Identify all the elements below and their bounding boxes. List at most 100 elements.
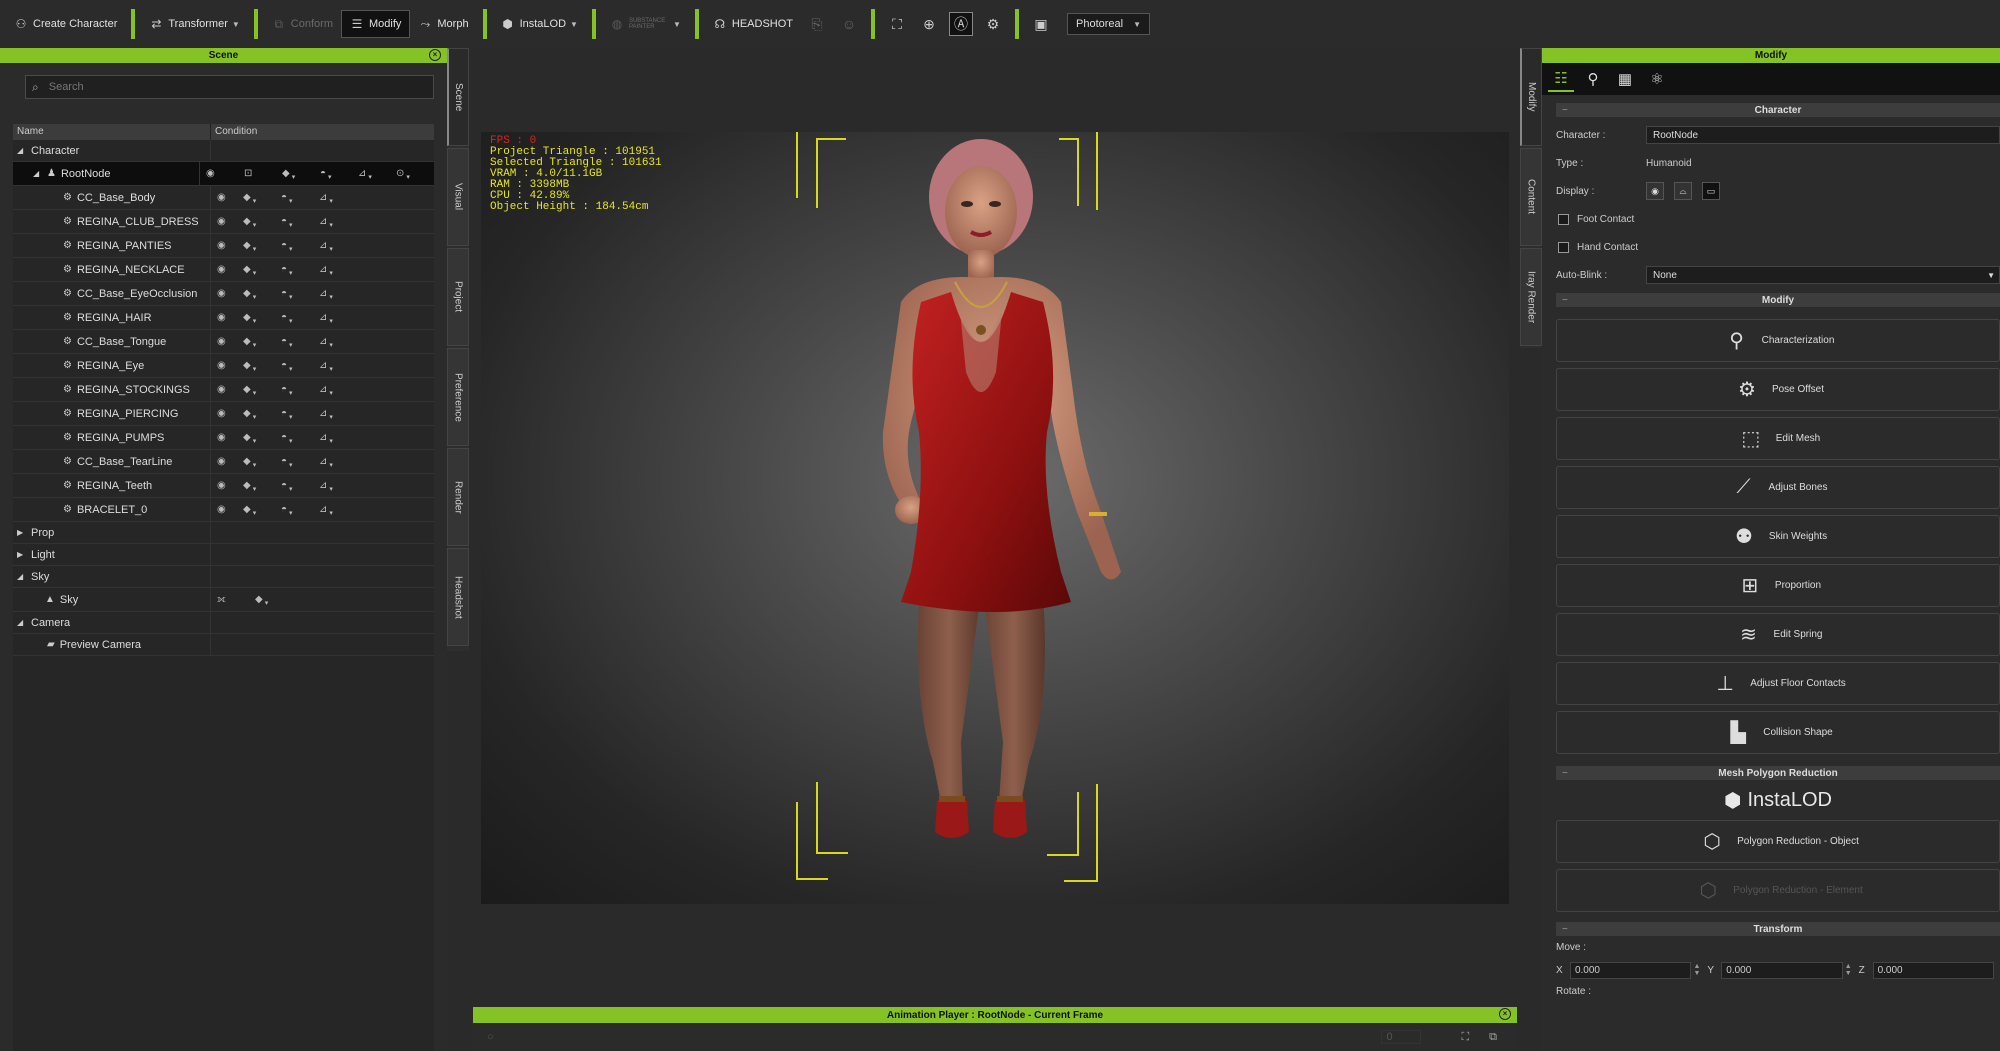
collapse-arrow-icon[interactable]: ▶ xyxy=(17,528,27,537)
move-x-input[interactable]: 0.000 ▲ ▼ xyxy=(1569,961,1700,979)
eye-icon[interactable]: ◉ xyxy=(217,240,243,251)
cube-icon[interactable]: ◆ ▾ xyxy=(243,479,281,493)
shadow-icon[interactable]: ◓ ▾ xyxy=(281,359,319,373)
collision-shape-button[interactable]: ▙ Collision Shape xyxy=(1556,711,2000,754)
cube-icon[interactable]: ◆ ▾ xyxy=(243,239,281,253)
tree-item-object[interactable]: ⚙ REGINA_NECKLACE ◉ ◆ ▾ ◓ ▾ ⊿ ▾ xyxy=(13,258,434,282)
scene-icon[interactable]: ⛶ xyxy=(885,12,909,36)
expand-arrow-icon[interactable]: ◢ xyxy=(33,169,43,178)
tree-item-object[interactable]: ⚙ REGINA_CLUB_DRESS ◉ ◆ ▾ ◓ ▾ ⊿ ▾ xyxy=(13,210,434,234)
physics-icon[interactable]: ⚛ xyxy=(1644,66,1670,92)
tree-group-character[interactable]: ◢ Character xyxy=(13,140,434,162)
shadow-icon[interactable]: ◓ ▾ xyxy=(281,455,319,469)
tree-item-object[interactable]: ⚙ REGINA_Eye ◉ ◆ ▾ ◓ ▾ ⊿ ▾ xyxy=(13,354,434,378)
face-icon[interactable]: ☺ xyxy=(837,12,861,36)
shadow-icon[interactable]: ◓ ▾ xyxy=(281,215,319,229)
play-icon[interactable]: ○ xyxy=(487,1031,494,1043)
close-icon[interactable]: × xyxy=(1499,1008,1511,1020)
side-tab-modify[interactable]: Modify xyxy=(1520,48,1542,146)
cube-icon[interactable]: ◆ ▾ xyxy=(243,407,281,421)
side-tab-visual[interactable]: Visual xyxy=(447,148,469,246)
shadow-icon[interactable]: ◓ ▾ xyxy=(281,407,319,421)
cube-icon[interactable]: ◆ ▾ xyxy=(243,215,281,229)
eye-icon[interactable]: ◉ xyxy=(217,480,243,491)
eye-icon[interactable]: ◉ xyxy=(217,312,243,323)
copy-icon[interactable]: ⎘ xyxy=(805,12,829,36)
frame-field[interactable]: 0 xyxy=(1381,1030,1422,1044)
settings-icon[interactable]: ⚙ xyxy=(981,12,1005,36)
edit-spring-button[interactable]: ≋ Edit Spring xyxy=(1556,613,2000,656)
close-icon[interactable]: × xyxy=(429,49,441,61)
pose-icon[interactable]: ⊿ ▾ xyxy=(319,263,357,277)
tree-group-prop[interactable]: ▶ Prop xyxy=(13,522,434,544)
shadow-icon[interactable]: ◓ ▾ xyxy=(281,263,319,277)
shadow-icon[interactable]: ◓ ▾ xyxy=(281,287,319,301)
cube-icon[interactable]: ◆ ▾ xyxy=(243,263,281,277)
pose-icon[interactable]: ⊿ ▾ xyxy=(358,167,396,181)
tree-item-object[interactable]: ⚙ REGINA_HAIR ◉ ◆ ▾ ◓ ▾ ⊿ ▾ xyxy=(13,306,434,330)
move-z-input[interactable]: 0.000 xyxy=(1872,961,1995,979)
polygon-reduction-object-button[interactable]: ⬡ Polygon Reduction - Object xyxy=(1556,820,2000,863)
instalod-button[interactable]: ⬢ InstaLOD ▼ xyxy=(493,10,586,38)
spinner-icon[interactable]: ▲ ▼ xyxy=(1693,963,1700,977)
foot-contact-checkbox[interactable] xyxy=(1558,213,1569,225)
pose-icon[interactable]: ⊿ ▾ xyxy=(319,383,357,397)
auto-icon[interactable]: Ⓐ xyxy=(949,12,974,36)
collapse-arrow-icon[interactable]: ▶ xyxy=(17,550,27,559)
tree-item-object[interactable]: ⚙ CC_Base_Body ◉ ◆ ▾ ◓ ▾ ⊿ ▾ xyxy=(13,186,434,210)
tree-item-object[interactable]: ⚙ BRACELET_0 ◉ ◆ ▾ ◓ ▾ ⊿ ▾ xyxy=(13,498,434,522)
wireframe-icon[interactable]: ▭ xyxy=(1702,182,1720,200)
characterization-button[interactable]: ⚲ Characterization xyxy=(1556,319,2000,362)
hand-contact-checkbox[interactable] xyxy=(1558,241,1569,253)
tree-item-object[interactable]: ⚙ REGINA_PIERCING ◉ ◆ ▾ ◓ ▾ ⊿ ▾ xyxy=(13,402,434,426)
side-tab-project[interactable]: Project xyxy=(447,248,469,346)
modify-button[interactable]: ☰ Modify xyxy=(340,10,411,38)
eye-icon[interactable]: ◉ xyxy=(217,408,243,419)
pose-icon[interactable]: ⊿ ▾ xyxy=(319,407,357,421)
character-field[interactable]: RootNode xyxy=(1646,126,2000,144)
side-tab-iray-render[interactable]: Iray Render xyxy=(1520,248,1542,346)
pose-icon[interactable]: ⊿ ▾ xyxy=(319,431,357,445)
eye-icon[interactable]: ◉ xyxy=(217,432,243,443)
section-character[interactable]: − Character xyxy=(1556,103,2000,117)
cube-icon[interactable]: ◆ ▾ xyxy=(243,335,281,349)
eye-icon[interactable]: ◉ xyxy=(217,264,243,275)
collapse-icon[interactable]: − xyxy=(1562,924,1568,935)
cube-icon[interactable]: ◆ ▾ xyxy=(243,503,281,517)
pose-icon[interactable]: ⊿ ▾ xyxy=(319,191,357,205)
cube-icon[interactable]: ◆ ▾ xyxy=(243,455,281,469)
adjust-floor-contacts-button[interactable]: ⊥ Adjust Floor Contacts xyxy=(1556,662,2000,705)
eye-icon[interactable]: ◉ xyxy=(217,336,243,347)
shadow-icon[interactable]: ◓ ▾ xyxy=(281,383,319,397)
create-character-button[interactable]: ⚇ Create Character xyxy=(6,10,125,38)
cube-icon[interactable]: ◆ ▾ xyxy=(243,431,281,445)
zoom-icon[interactable]: ⊕ xyxy=(917,12,941,36)
cube-icon[interactable]: ◆ ▾ xyxy=(243,359,281,373)
eye-icon[interactable]: ◉ xyxy=(217,360,243,371)
morph-button[interactable]: ⤳ Morph xyxy=(410,10,476,38)
side-tab-scene[interactable]: Scene xyxy=(447,48,469,146)
cube-icon[interactable]: ◆ ▾ xyxy=(243,191,281,205)
chevron-down-icon[interactable]: ▼ xyxy=(232,20,240,29)
auto-blink-select[interactable]: None ▼ xyxy=(1646,266,2000,284)
expand-arrow-icon[interactable]: ◢ xyxy=(17,572,27,581)
tree-item-sky[interactable]: ▲ Sky ⟗ ◆ ▾ xyxy=(13,588,434,612)
tree-item-rootnode[interactable]: ◢ ♟ RootNode ◉ ⊡ ◆ ▾ ◓ ▾ ⊿ ▾ ⊙ ▾ xyxy=(13,162,434,186)
motion-icon[interactable]: ⚲ xyxy=(1580,66,1606,92)
pose-offset-button[interactable]: ⚙ Pose Offset xyxy=(1556,368,2000,411)
shadow-icon[interactable]: ◓ ▾ xyxy=(281,239,319,253)
render-mode-select[interactable]: Photoreal ▼ xyxy=(1067,13,1151,35)
section-modify[interactable]: − Modify xyxy=(1556,293,2000,307)
headshot-button[interactable]: ☊ HEADSHOT xyxy=(705,10,801,38)
side-tab-content[interactable]: Content xyxy=(1520,148,1542,246)
pose-icon[interactable]: ⊿ ▾ xyxy=(319,311,357,325)
polygon-reduction-element-button[interactable]: ⬡ Polygon Reduction - Element xyxy=(1556,869,2000,912)
shadow-icon[interactable]: ◓ ▾ xyxy=(320,167,358,181)
expand-arrow-icon[interactable]: ◢ xyxy=(17,618,27,627)
collapse-icon[interactable]: − xyxy=(1562,105,1568,116)
chevron-down-icon[interactable]: ▼ xyxy=(673,20,681,29)
tree-item-object[interactable]: ⚙ CC_Base_TearLine ◉ ◆ ▾ ◓ ▾ ⊿ ▾ xyxy=(13,450,434,474)
eye-icon[interactable]: ◉ xyxy=(217,504,243,515)
cube-icon[interactable]: ◆ ▾ xyxy=(243,383,281,397)
layout-icon[interactable]: ⧉ xyxy=(1489,1031,1497,1044)
